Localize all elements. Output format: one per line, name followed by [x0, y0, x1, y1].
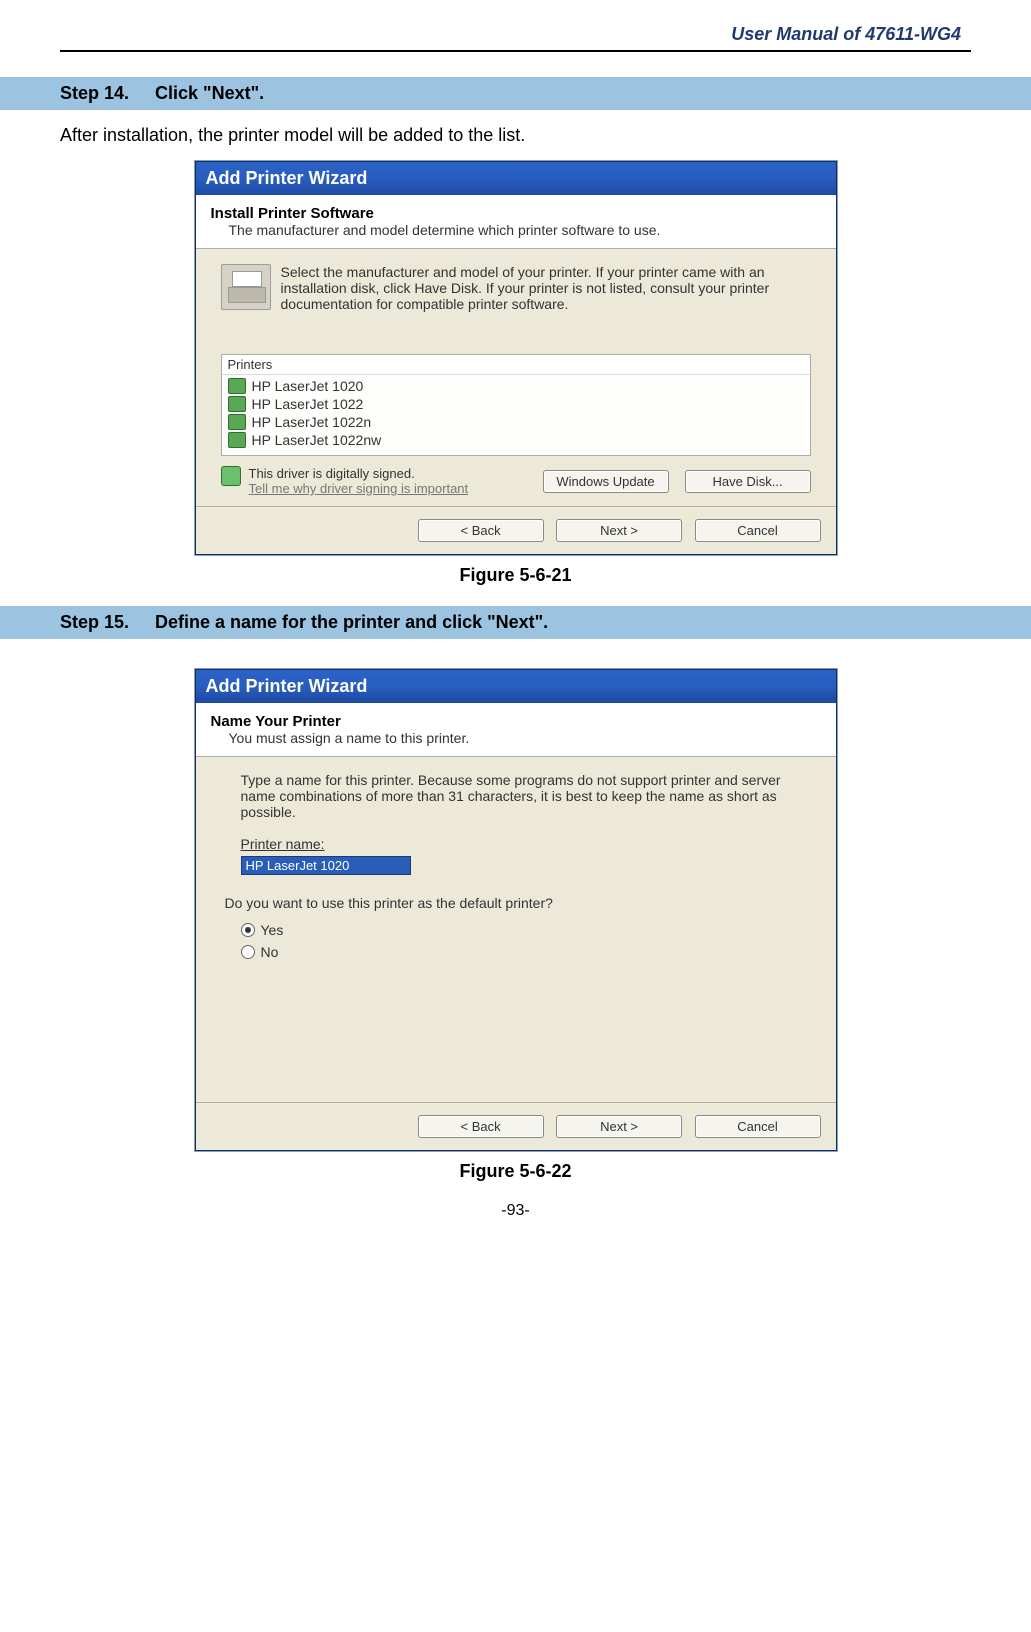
have-disk-button[interactable]: Have Disk... — [685, 470, 811, 493]
printers-panel-header: Printers — [222, 355, 810, 375]
step15-title: Define a name for the printer and click … — [155, 612, 548, 632]
wizard1-body: Select the manufacturer and model of you… — [196, 249, 836, 506]
wizard2-header-title: Name Your Printer — [211, 713, 821, 730]
printer-item-label: HP LaserJet 1020 — [252, 378, 364, 394]
step15-number: Step 15. — [60, 612, 150, 633]
step14-title: Click "Next". — [155, 83, 264, 103]
radio-yes-label: Yes — [261, 922, 284, 938]
list-item[interactable]: HP LaserJet 1022n — [228, 413, 804, 431]
next-button[interactable]: Next > — [556, 1115, 682, 1138]
wizard2-body: Type a name for this printer. Because so… — [196, 757, 836, 1102]
default-printer-question: Do you want to use this printer as the d… — [221, 895, 811, 911]
list-item[interactable]: HP LaserJet 1022nw — [228, 431, 804, 449]
next-button[interactable]: Next > — [556, 519, 682, 542]
list-item[interactable]: HP LaserJet 1022 — [228, 395, 804, 413]
wizard2-titlebar: Add Printer Wizard — [196, 670, 836, 703]
printers-panel: Printers HP LaserJet 1020 HP LaserJet 10… — [221, 354, 811, 456]
printer-item-icon — [228, 432, 246, 448]
wizard1-footer: < Back Next > Cancel — [196, 506, 836, 554]
step15-bar: Step 15. Define a name for the printer a… — [0, 606, 1031, 639]
figure-5-6-22-caption: Figure 5-6-22 — [60, 1161, 971, 1182]
cancel-button[interactable]: Cancel — [695, 519, 821, 542]
printer-name-input[interactable]: HP LaserJet 1020 — [241, 856, 411, 875]
wizard2-header-subtitle: You must assign a name to this printer. — [211, 730, 821, 746]
signed-icon — [221, 466, 241, 486]
wizard1-instruction: Select the manufacturer and model of you… — [281, 264, 811, 312]
wizard2-footer: < Back Next > Cancel — [196, 1102, 836, 1150]
wizard2-header: Name Your Printer You must assign a name… — [196, 703, 836, 757]
page-number: -93- — [60, 1202, 971, 1220]
step14-bar: Step 14. Click "Next". — [0, 77, 1031, 110]
printer-item-icon — [228, 378, 246, 394]
cancel-button[interactable]: Cancel — [695, 1115, 821, 1138]
windows-update-button[interactable]: Windows Update — [543, 470, 669, 493]
wizard1-titlebar: Add Printer Wizard — [196, 162, 836, 195]
wizard1-header: Install Printer Software The manufacture… — [196, 195, 836, 249]
page-header: User Manual of 47611-WG4 — [60, 20, 971, 45]
radio-yes-icon[interactable] — [241, 923, 255, 937]
figure-5-6-21-caption: Figure 5-6-21 — [60, 565, 971, 586]
radio-yes-row[interactable]: Yes — [241, 919, 811, 941]
radio-no-label: No — [261, 944, 279, 960]
wizard-name-printer: Add Printer Wizard Name Your Printer You… — [195, 669, 837, 1151]
printer-item-icon — [228, 414, 246, 430]
driver-signing-link[interactable]: Tell me why driver signing is important — [249, 481, 469, 496]
step14-number: Step 14. — [60, 83, 150, 104]
wizard-install-printer: Add Printer Wizard Install Printer Softw… — [195, 161, 837, 555]
radio-no-icon[interactable] — [241, 945, 255, 959]
list-item[interactable]: HP LaserJet 1020 — [228, 377, 804, 395]
printer-icon — [221, 264, 271, 310]
printer-item-label: HP LaserJet 1022n — [252, 414, 372, 430]
printer-item-label: HP LaserJet 1022 — [252, 396, 364, 412]
radio-no-row[interactable]: No — [241, 941, 811, 963]
back-button[interactable]: < Back — [418, 519, 544, 542]
back-button[interactable]: < Back — [418, 1115, 544, 1138]
wizard1-header-title: Install Printer Software — [211, 205, 821, 222]
step14-body-text: After installation, the printer model wi… — [60, 125, 971, 146]
wizard1-header-subtitle: The manufacturer and model determine whi… — [211, 222, 821, 238]
wizard2-instruction: Type a name for this printer. Because so… — [221, 772, 811, 836]
printer-name-label: Printer name: — [241, 836, 811, 852]
driver-signed-text: This driver is digitally signed. — [249, 466, 469, 481]
header-rule — [60, 50, 971, 52]
printer-item-label: HP LaserJet 1022nw — [252, 432, 382, 448]
printer-item-icon — [228, 396, 246, 412]
